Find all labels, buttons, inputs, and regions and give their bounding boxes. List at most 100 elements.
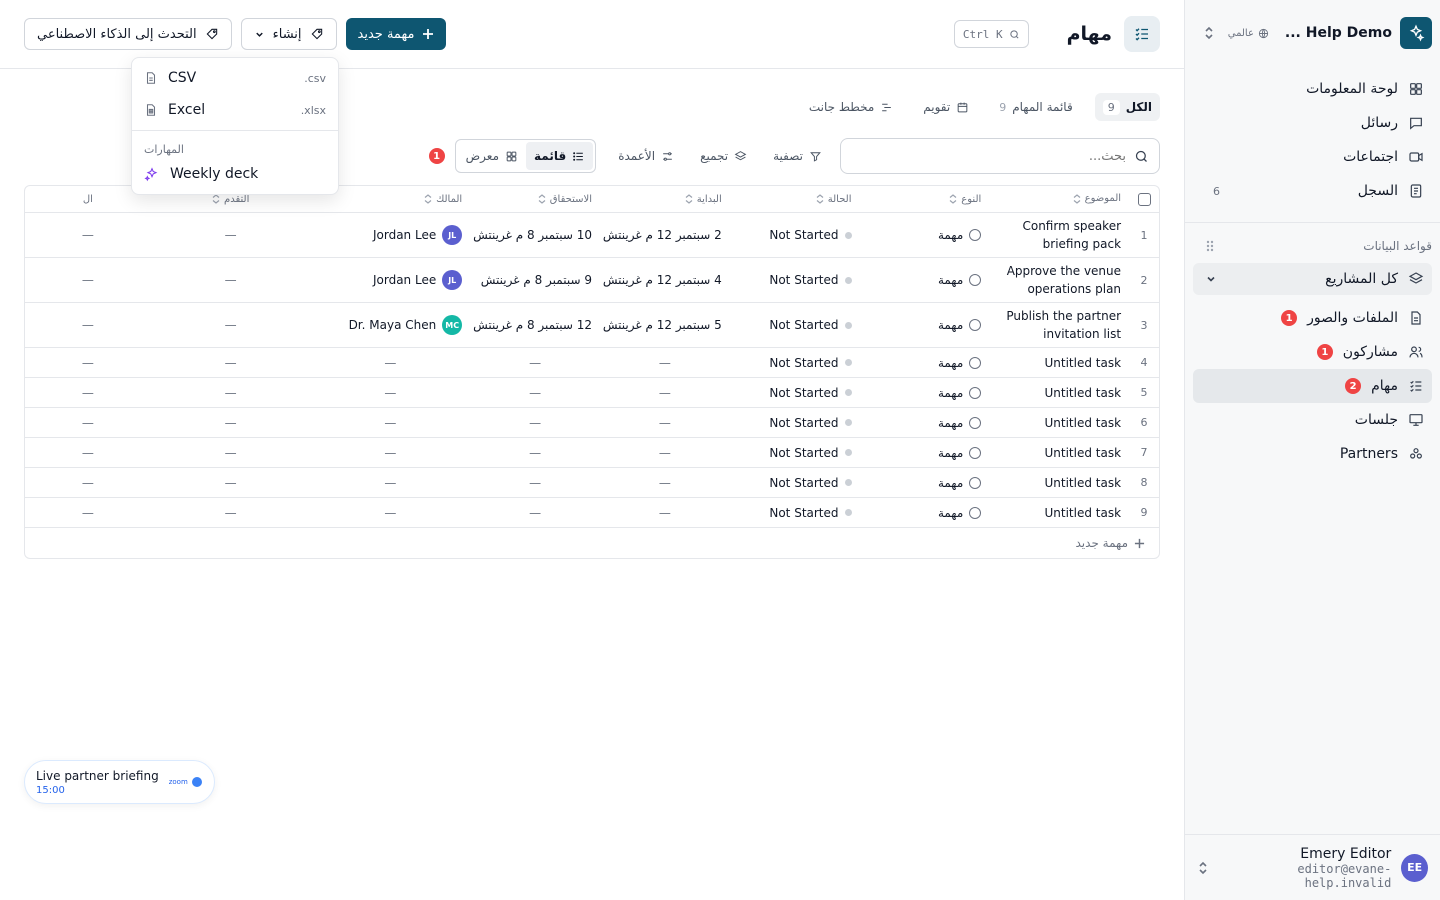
table-row[interactable]: 3 Publish the partner invitation list مهمة… — [25, 303, 1159, 348]
task-last[interactable]: — — [25, 446, 151, 460]
sidebar-item-meetings[interactable]: اجتماعات — [1193, 140, 1432, 174]
task-start[interactable]: — — [600, 356, 730, 370]
task-progress[interactable]: — — [151, 318, 311, 332]
task-progress[interactable]: — — [151, 273, 311, 287]
command-search-button[interactable]: Ctrl K — [953, 20, 1029, 48]
search-box[interactable] — [840, 138, 1160, 174]
task-due[interactable]: — — [470, 506, 600, 520]
task-subject[interactable]: Untitled task — [989, 474, 1129, 492]
col-last[interactable]: ال — [25, 194, 151, 205]
task-subject[interactable]: Approve the venue operations plan — [989, 262, 1129, 298]
task-type[interactable]: مهمة — [860, 273, 990, 287]
task-due[interactable]: — — [470, 356, 600, 370]
table-row[interactable]: 5 Untitled task مهمة Not Started — — — — — — [25, 378, 1159, 408]
task-progress[interactable]: — — [151, 386, 311, 400]
task-start[interactable]: 5 سبتمبر 12 م غرينتش — [600, 318, 730, 332]
task-status[interactable]: Not Started — [730, 356, 860, 370]
task-due[interactable]: — — [470, 446, 600, 460]
add-row-button[interactable]: مهمة جديد — [25, 528, 1159, 558]
task-last[interactable]: — — [25, 318, 151, 332]
task-progress[interactable]: — — [151, 416, 311, 430]
task-owner[interactable]: — — [311, 386, 471, 400]
sidebar-item-partners[interactable]: Partners — [1193, 437, 1432, 471]
filter-button[interactable]: تصفية — [765, 141, 830, 171]
task-progress[interactable]: — — [151, 228, 311, 242]
task-status[interactable]: Not Started — [730, 416, 860, 430]
task-start[interactable]: — — [600, 386, 730, 400]
task-due[interactable]: — — [470, 386, 600, 400]
col-status[interactable]: الحالة — [730, 194, 860, 205]
task-start[interactable]: — — [600, 446, 730, 460]
task-status[interactable]: Not Started — [730, 318, 860, 332]
task-subject[interactable]: Untitled task — [989, 384, 1129, 402]
table-row[interactable]: 6 Untitled task مهمة Not Started — — — — — — [25, 408, 1159, 438]
col-subject[interactable]: الموضوع — [989, 190, 1129, 208]
task-last[interactable]: — — [25, 356, 151, 370]
col-progress[interactable]: التقدم — [151, 194, 311, 205]
task-owner[interactable]: JL Jordan Lee — [311, 225, 471, 245]
columns-button[interactable]: الأعمدة — [610, 141, 682, 171]
table-row[interactable]: 1 Confirm speaker briefing pack مهمة Not St… — [25, 213, 1159, 258]
task-subject[interactable]: Untitled task — [989, 414, 1129, 432]
col-owner[interactable]: المالك — [311, 194, 471, 205]
task-status[interactable]: Not Started — [730, 273, 860, 287]
task-status[interactable]: Not Started — [730, 386, 860, 400]
list-view-button[interactable]: قائمة — [526, 142, 594, 170]
task-status[interactable]: Not Started — [730, 228, 860, 242]
live-meeting-pill[interactable]: Live partner briefing 15:00 zoom — [24, 760, 215, 804]
task-type[interactable]: مهمة — [860, 386, 990, 400]
user-menu[interactable]: EE Emery Editor editor@evane-help.invali… — [1185, 834, 1440, 900]
col-type[interactable]: النوع — [860, 194, 990, 205]
tab-task-list[interactable]: قائمة المهام 9 — [991, 93, 1080, 121]
task-owner[interactable]: MC Dr. Maya Chen — [311, 315, 471, 335]
table-row[interactable]: 2 Approve the venue operations plan مهمة No… — [25, 258, 1159, 303]
task-progress[interactable]: — — [151, 446, 311, 460]
gallery-view-button[interactable]: معرض — [458, 142, 526, 170]
task-subject[interactable]: Untitled task — [989, 444, 1129, 462]
create-button[interactable]: إنشاء — [240, 18, 337, 50]
workspace-switcher[interactable]: Help Demo ... عالمي — [1185, 0, 1440, 66]
export-excel-item[interactable]: Excel .xlsx — [132, 94, 338, 126]
task-owner[interactable]: — — [311, 506, 471, 520]
col-due[interactable]: الاستحقاق — [470, 194, 600, 205]
task-type[interactable]: مهمة — [860, 506, 990, 520]
task-start[interactable]: — — [600, 476, 730, 490]
table-row[interactable]: 8 Untitled task مهمة Not Started — — — — — — [25, 468, 1159, 498]
task-last[interactable]: — — [25, 506, 151, 520]
task-status[interactable]: Not Started — [730, 506, 860, 520]
task-subject[interactable]: Untitled task — [989, 504, 1129, 522]
sidebar-item-messages[interactable]: رسائل — [1193, 106, 1432, 140]
tab-all[interactable]: الكل 9 — [1094, 93, 1160, 121]
sidebar-item-tasks[interactable]: مهام 2 — [1193, 369, 1432, 403]
task-last[interactable]: — — [25, 416, 151, 430]
task-type[interactable]: مهمة — [860, 318, 990, 332]
all-projects-selector[interactable]: كل المشاريع — [1193, 263, 1432, 295]
col-start[interactable]: البداية — [600, 194, 730, 205]
ai-chat-button[interactable]: التحدث إلى الذكاء الاصطناعي — [24, 18, 232, 50]
task-owner[interactable]: — — [311, 356, 471, 370]
task-last[interactable]: — — [25, 476, 151, 490]
new-task-button[interactable]: مهمة جديد — [345, 18, 447, 50]
export-csv-item[interactable]: CSV .csv — [132, 62, 338, 94]
task-status[interactable]: Not Started — [730, 446, 860, 460]
tab-calendar[interactable]: تقويم — [915, 93, 977, 121]
skill-weekly-deck-item[interactable]: Weekly deck — [132, 158, 338, 190]
task-owner[interactable]: — — [311, 446, 471, 460]
task-due[interactable]: — — [470, 476, 600, 490]
task-progress[interactable]: — — [151, 356, 311, 370]
table-row[interactable]: 7 Untitled task مهمة Not Started — — — — — — [25, 438, 1159, 468]
task-start[interactable]: 2 سبتمبر 12 م غرينتش — [600, 228, 730, 242]
sidebar-item-participants[interactable]: مشاركون 1 — [1193, 335, 1432, 369]
task-start[interactable]: — — [600, 506, 730, 520]
task-owner[interactable]: — — [311, 416, 471, 430]
drag-handle-icon[interactable] — [1205, 239, 1215, 253]
task-subject[interactable]: Publish the partner invitation list — [989, 307, 1129, 343]
select-all-checkbox[interactable] — [1129, 192, 1159, 206]
task-progress[interactable]: — — [151, 476, 311, 490]
chevron-updown-icon[interactable] — [1197, 860, 1209, 876]
task-due[interactable]: 9 سبتمبر 8 م غرينتش — [470, 273, 600, 287]
group-button[interactable]: تجميع — [692, 141, 755, 171]
task-type[interactable]: مهمة — [860, 416, 990, 430]
tab-gantt[interactable]: مخطط جانت — [801, 93, 901, 121]
chevron-updown-icon[interactable] — [1203, 25, 1215, 41]
